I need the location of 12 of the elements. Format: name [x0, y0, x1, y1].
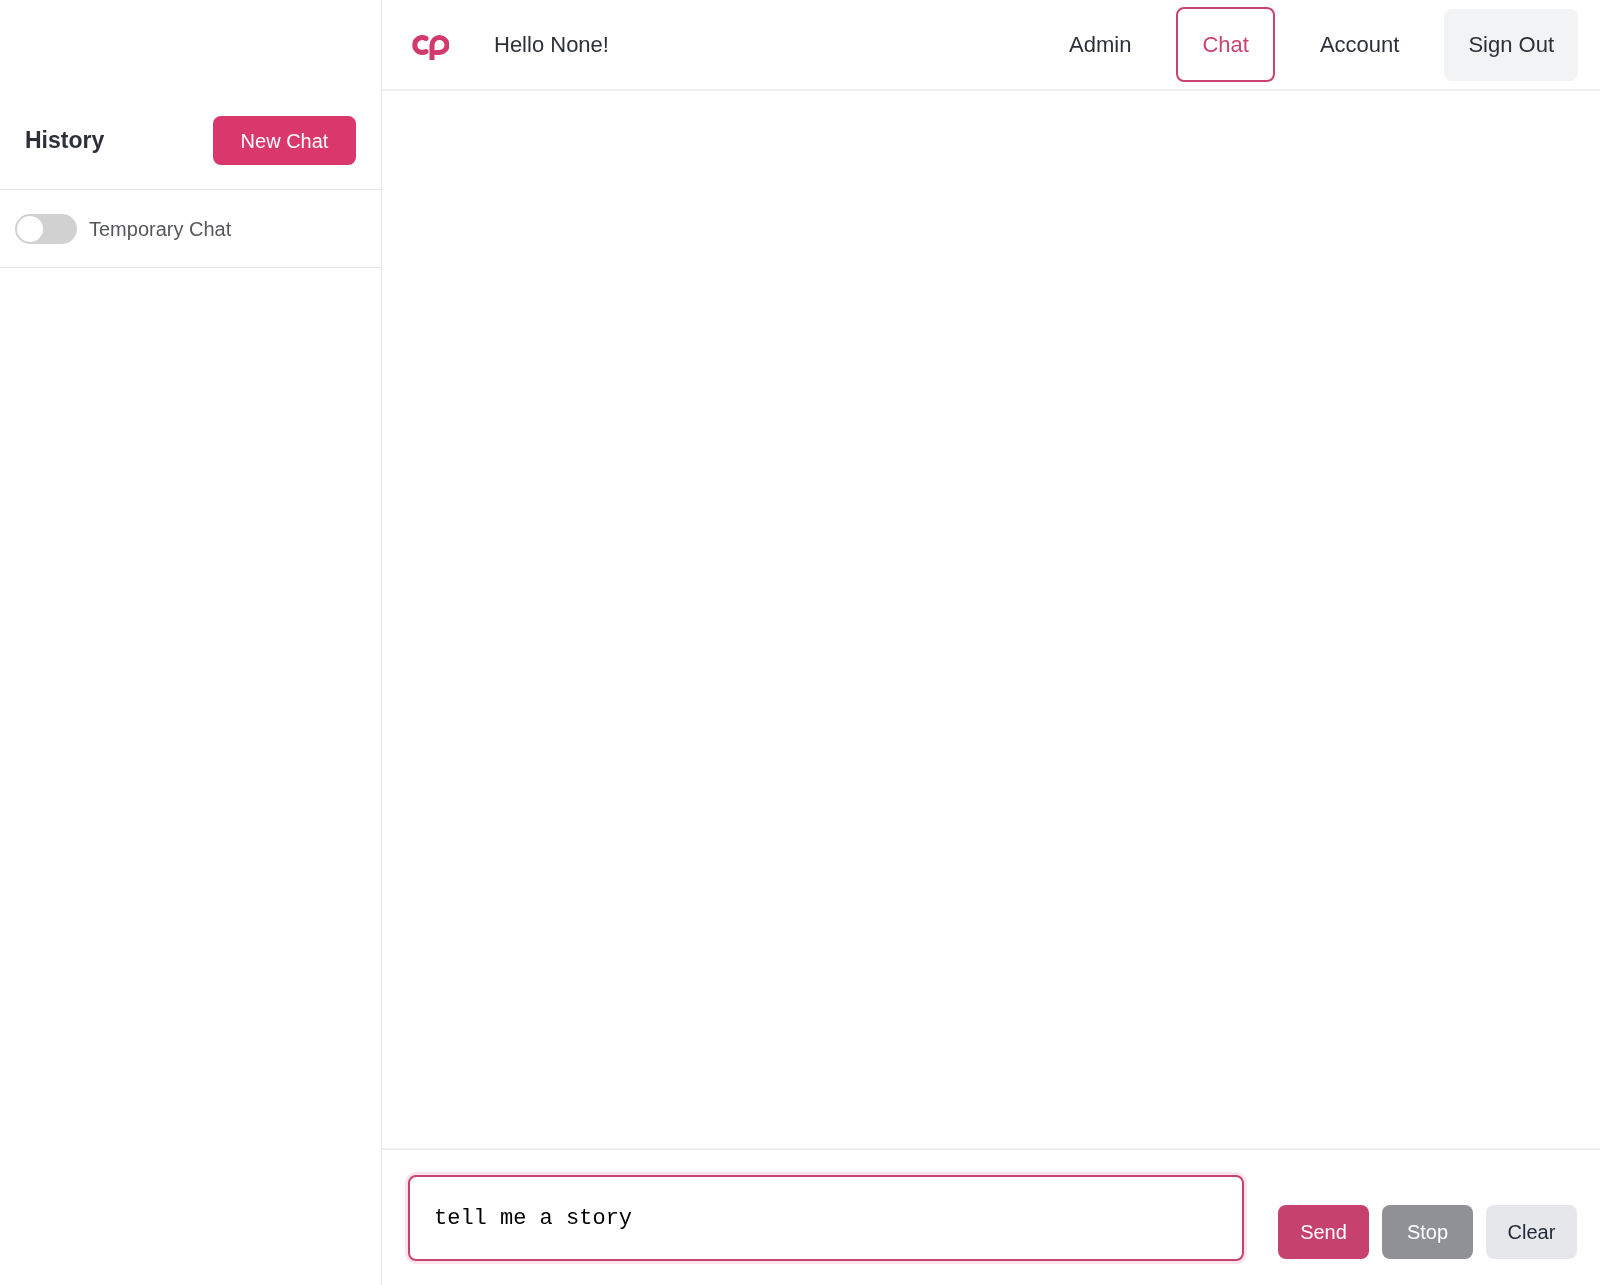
message-input[interactable]: tell me a story: [408, 1175, 1244, 1261]
nav-tab[interactable]: Account: [1293, 7, 1426, 82]
toggle-switch[interactable]: [15, 213, 77, 244]
greeting-text: Hello None!: [494, 31, 609, 59]
sign-out-button[interactable]: Sign Out: [1444, 8, 1578, 81]
nav-tab[interactable]: Admin: [1043, 7, 1158, 82]
new-chat-button[interactable]: New Chat: [213, 116, 356, 165]
composer-button[interactable]: Send: [1278, 1205, 1369, 1259]
temporary-chat-label: Temporary Chat: [89, 216, 232, 242]
composer-button[interactable]: Clear: [1486, 1205, 1577, 1259]
sidebar-title: History: [25, 126, 105, 156]
nav-tab[interactable]: Chat: [1176, 7, 1275, 82]
